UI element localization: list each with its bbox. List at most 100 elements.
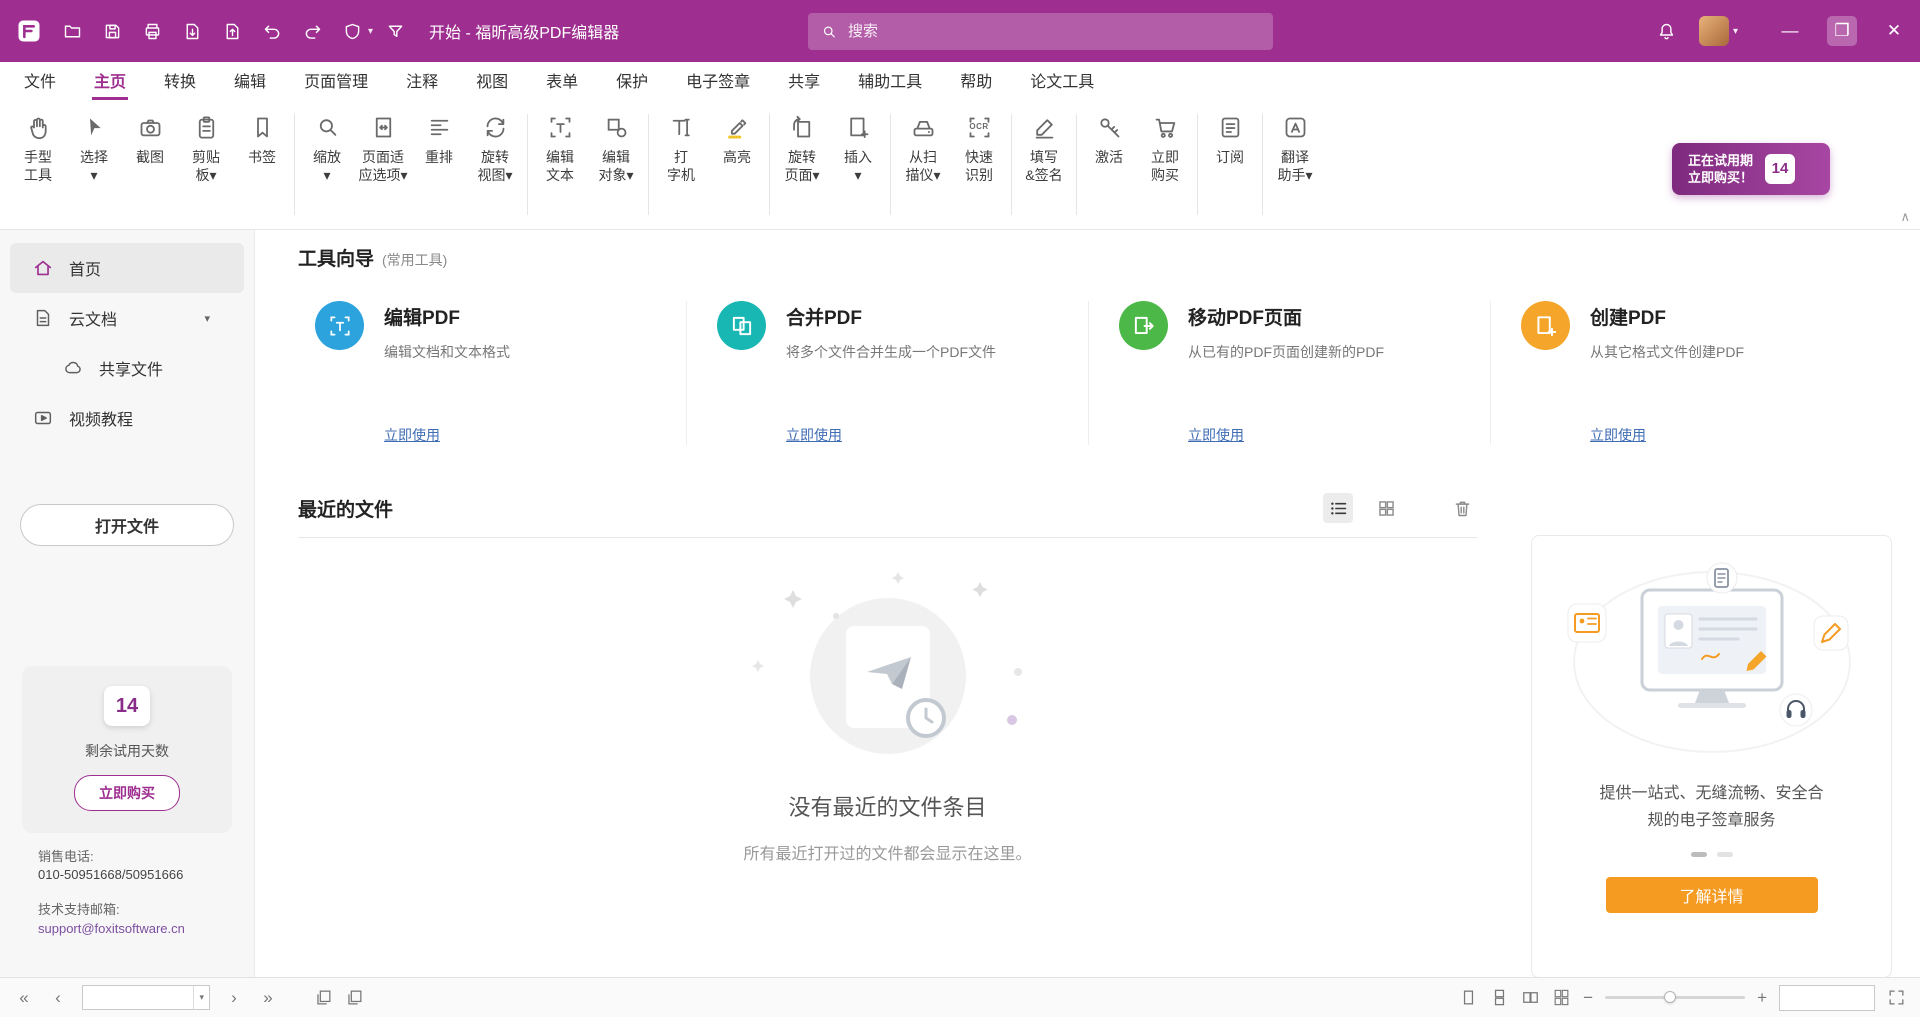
ribbon-tool-insert[interactable]: 插入▾	[830, 108, 886, 184]
learn-more-button[interactable]: 了解详情	[1606, 877, 1818, 913]
next-view-icon[interactable]	[345, 988, 364, 1007]
menu-accessibility[interactable]: 辅助工具	[856, 62, 924, 100]
zoom-out-button[interactable]: −	[1583, 988, 1593, 1008]
cloud-docs-caret-icon[interactable]: ▾	[204, 312, 210, 325]
support-email-link[interactable]: support@foxitsoftware.cn	[38, 920, 244, 939]
previous-view-icon[interactable]	[314, 988, 333, 1007]
zoom-in-button[interactable]: +	[1757, 988, 1767, 1008]
esign-promo-panel: 提供一站式、无缝流畅、安全合 规的电子签章服务 了解详情	[1531, 535, 1892, 977]
open-file-icon[interactable]	[54, 13, 90, 49]
menu-view[interactable]: 视图	[474, 62, 510, 100]
ribbon-tool-hand[interactable]: 手型工具	[10, 108, 66, 184]
ribbon-tool-rotate-view[interactable]: 旋转视图▾	[467, 108, 523, 184]
ribbon-tool-quick-ocr[interactable]: OCR快速识别	[951, 108, 1007, 184]
sidebar-item-home[interactable]: 首页	[10, 243, 244, 293]
ribbon-tool-typewriter[interactable]: 打字机	[653, 108, 709, 184]
ribbon-tool-edit-text[interactable]: 编辑文本	[532, 108, 588, 184]
menu-file[interactable]: 文件	[22, 62, 58, 100]
tools-wizard-subtitle: (常用工具)	[382, 250, 447, 270]
undo-button[interactable]	[254, 13, 290, 49]
ribbon-tool-subscribe[interactable]: 订阅	[1202, 108, 1258, 166]
menu-esign[interactable]: 电子签章	[684, 62, 752, 100]
search-input[interactable]	[848, 23, 1261, 40]
trial-buy-badge[interactable]: 正在试用期 立即购买！ 14	[1672, 143, 1830, 195]
sidebar-item-cloud-docs[interactable]: 云文档 ▾	[0, 293, 254, 343]
redo-button[interactable]	[294, 13, 330, 49]
zoom-level-box[interactable]	[1779, 985, 1875, 1011]
ribbon-tool-translate[interactable]: 翻译助手▾	[1267, 108, 1323, 184]
facing-view-icon[interactable]	[1521, 988, 1540, 1007]
menu-page-management[interactable]: 页面管理	[302, 62, 370, 100]
menu-form[interactable]: 表单	[544, 62, 580, 100]
fullscreen-icon[interactable]	[1887, 988, 1906, 1007]
grid-view-button[interactable]	[1371, 493, 1401, 523]
continuous-facing-view-icon[interactable]	[1552, 988, 1571, 1007]
clear-recent-button[interactable]	[1447, 493, 1477, 523]
page-number-box[interactable]: ▾	[82, 985, 210, 1010]
notifications-button[interactable]	[1649, 13, 1685, 49]
ribbon-tool-bookmark[interactable]: 书签	[234, 108, 290, 166]
page-number-caret-icon[interactable]: ▾	[193, 986, 209, 1009]
user-avatar[interactable]	[1699, 16, 1729, 46]
menu-share[interactable]: 共享	[786, 62, 822, 100]
last-page-button[interactable]: »	[258, 988, 278, 1008]
quick-access-caret-icon[interactable]: ▾	[368, 26, 373, 37]
next-page-button[interactable]: ›	[224, 988, 244, 1008]
ribbon-tool-clipboard[interactable]: 剪贴板▾	[178, 108, 234, 184]
sidebar-item-video-tutorials[interactable]: 视频教程	[0, 393, 254, 443]
menu-paper-tools[interactable]: 论文工具	[1028, 62, 1096, 100]
zoom-level-input[interactable]	[1780, 986, 1874, 1010]
protect-quick-button[interactable]	[334, 13, 370, 49]
folder-open-icon	[62, 21, 83, 42]
ribbon-tool-fill-sign[interactable]: 填写&签名	[1016, 108, 1072, 184]
restore-button[interactable]: ❐	[1816, 0, 1868, 62]
ribbon-tool-from-scanner[interactable]: 从扫描仪▾	[895, 108, 951, 184]
close-button[interactable]: ✕	[1868, 0, 1920, 62]
zoom-slider[interactable]	[1605, 996, 1745, 999]
carousel-dot[interactable]	[1717, 852, 1733, 857]
tool-cards-row: 编辑PDF 编辑文档和文本格式 立即使用 合并PDF 将多个文件合并生成一个PD…	[298, 301, 1892, 445]
carousel-dot[interactable]	[1691, 852, 1707, 857]
use-now-link-create-pdf[interactable]: 立即使用	[1590, 425, 1892, 445]
collapse-ribbon-icon[interactable]: ∧	[1900, 209, 1910, 225]
prev-page-button[interactable]: ‹	[48, 988, 68, 1008]
print-button[interactable]	[134, 13, 170, 49]
use-now-link-edit-pdf[interactable]: 立即使用	[384, 425, 686, 445]
create-doc-button[interactable]	[214, 13, 250, 49]
ribbon-tool-fit-page[interactable]: 页面适应选项▾	[355, 108, 411, 184]
buy-now-button[interactable]: 立即购买	[74, 775, 180, 811]
zoom-slider-thumb[interactable]	[1664, 991, 1676, 1003]
menu-edit[interactable]: 编辑	[232, 62, 268, 100]
save-button[interactable]	[94, 13, 130, 49]
ribbon-tool-rotate-pages[interactable]: 旋转页面▾	[774, 108, 830, 184]
menu-home[interactable]: 主页	[92, 62, 128, 100]
ribbon-tool-snapshot[interactable]: 截图	[122, 108, 178, 166]
continuous-view-icon[interactable]	[1490, 988, 1509, 1007]
ribbon-tool-zoom[interactable]: 缩放▾	[299, 108, 355, 184]
ribbon-tool-buy-now[interactable]: 立即购买	[1137, 108, 1193, 184]
menu-comment[interactable]: 注释	[404, 62, 440, 100]
minimize-button[interactable]: —	[1764, 0, 1816, 62]
first-page-button[interactable]: «	[14, 988, 34, 1008]
account-caret-icon[interactable]: ▾	[1733, 26, 1738, 37]
menu-help[interactable]: 帮助	[958, 62, 994, 100]
menu-protect[interactable]: 保护	[614, 62, 650, 100]
open-file-button[interactable]: 打开文件	[20, 504, 234, 546]
search-box[interactable]	[808, 13, 1273, 50]
use-now-link-move-pdf-pages[interactable]: 立即使用	[1188, 425, 1490, 445]
ribbon-tool-activate[interactable]: 激活	[1081, 108, 1137, 166]
sidebar-item-shared-files[interactable]: 共享文件	[0, 343, 254, 393]
ribbon-tool-select[interactable]: 选择▾	[66, 108, 122, 184]
use-now-link-merge-pdf[interactable]: 立即使用	[786, 425, 1088, 445]
export-doc-button[interactable]	[174, 13, 210, 49]
ribbon-tool-edit-object[interactable]: 编辑对象▾	[588, 108, 644, 184]
list-view-button[interactable]	[1323, 493, 1353, 523]
menu-convert[interactable]: 转换	[162, 62, 198, 100]
tool-card-create-pdf: 创建PDF 从其它格式文件创建PDF 立即使用	[1490, 301, 1892, 445]
customize-toolbar-button[interactable]	[377, 13, 413, 49]
empty-state-illustration	[718, 568, 1058, 780]
ribbon-tool-reflow[interactable]: 重排	[411, 108, 467, 166]
single-page-view-icon[interactable]	[1459, 988, 1478, 1007]
ribbon-tool-highlight[interactable]: 高亮	[709, 108, 765, 166]
page-number-input[interactable]	[83, 990, 193, 1005]
